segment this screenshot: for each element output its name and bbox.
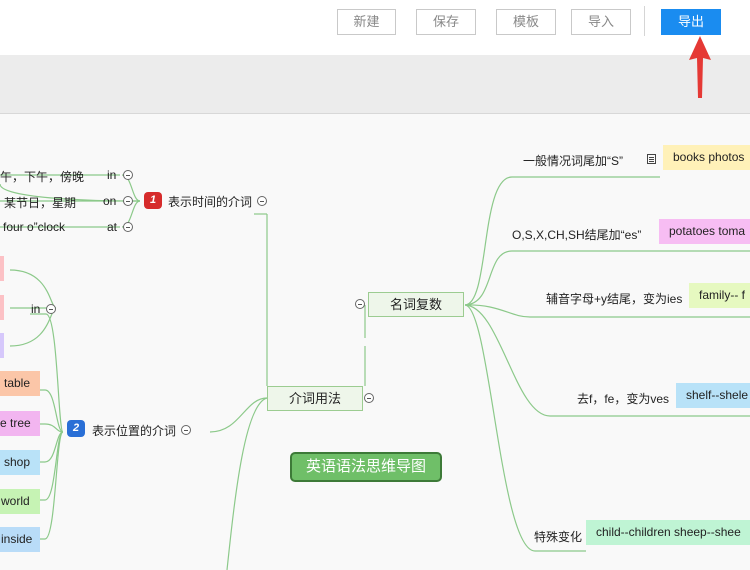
root-node[interactable]: 英语语法思维导图: [290, 452, 442, 482]
mindmap-canvas[interactable]: 英语语法思维导图 名词复数 介词用法 1 表示时间的介词 午，下午，傍晚 in …: [0, 114, 750, 570]
place-tag[interactable]: e tree: [0, 411, 40, 436]
place-in-label[interactable]: in: [31, 302, 40, 316]
place-branch-label[interactable]: 表示位置的介词: [92, 422, 176, 439]
time-item-prep: on: [103, 194, 117, 208]
badge-two-icon: 2: [67, 420, 85, 437]
place-tag-partial[interactable]: [0, 256, 4, 281]
plural-rule-example[interactable]: books photos: [663, 145, 750, 170]
plural-rule-label[interactable]: 一般情况词尾加“S”: [523, 152, 623, 169]
preposition-collapse-icon[interactable]: [364, 393, 374, 403]
plural-rule-label[interactable]: 特殊变化: [534, 528, 582, 545]
secondary-toolbar: [0, 55, 750, 114]
place-tag-partial[interactable]: [0, 333, 4, 358]
place-tag[interactable]: shop: [0, 450, 40, 475]
plural-rule-example[interactable]: shelf--shele: [676, 383, 750, 408]
top-toolbar: 新建 保存 模板 导入 导出: [0, 0, 750, 55]
plural-rule-example[interactable]: child--children sheep--shee: [586, 520, 750, 545]
save-button[interactable]: 保存: [416, 9, 476, 35]
plural-rule-label[interactable]: 去f，fe，变为ves: [577, 390, 669, 407]
note-icon[interactable]: [647, 154, 656, 164]
time-item-text[interactable]: 午，下午，傍晚: [0, 168, 84, 185]
place-tag[interactable]: table: [0, 371, 40, 396]
time-item-prep: in: [107, 168, 117, 182]
time-item-collapse-icon[interactable]: [123, 222, 133, 232]
place-tag[interactable]: inside: [0, 527, 40, 552]
export-button[interactable]: 导出: [661, 9, 721, 35]
plural-node[interactable]: 名词复数: [368, 292, 464, 317]
place-branch-collapse-icon[interactable]: [181, 425, 191, 435]
badge-one-icon: 1: [144, 192, 162, 209]
new-button[interactable]: 新建: [337, 9, 396, 35]
import-button[interactable]: 导入: [571, 9, 631, 35]
time-item-text[interactable]: 某节日，星期: [4, 194, 76, 211]
time-item-collapse-icon[interactable]: [123, 170, 133, 180]
time-item-text[interactable]: four o”clock: [3, 220, 65, 234]
plural-rule-label[interactable]: 辅音字母+y结尾，变为ies: [546, 290, 682, 307]
toolbar-divider: [644, 6, 645, 36]
plural-rule-example[interactable]: potatoes toma: [659, 219, 750, 244]
place-tag-partial[interactable]: [0, 295, 4, 320]
preposition-node[interactable]: 介词用法: [267, 386, 363, 411]
place-tag[interactable]: world: [0, 489, 40, 514]
plural-rule-label[interactable]: O,S,X,CH,SH结尾加“es”: [512, 226, 641, 243]
template-button[interactable]: 模板: [496, 9, 556, 35]
annotation-arrow: [689, 36, 711, 98]
time-branch-collapse-icon[interactable]: [257, 196, 267, 206]
place-in-collapse-icon[interactable]: [46, 304, 56, 314]
time-item-collapse-icon[interactable]: [123, 196, 133, 206]
plural-rule-example[interactable]: family-- f: [689, 283, 750, 308]
time-item-prep: at: [107, 220, 118, 234]
time-branch-label[interactable]: 表示时间的介词: [168, 193, 252, 210]
plural-collapse-icon[interactable]: [355, 299, 365, 309]
connector-lines: [0, 174, 750, 570]
